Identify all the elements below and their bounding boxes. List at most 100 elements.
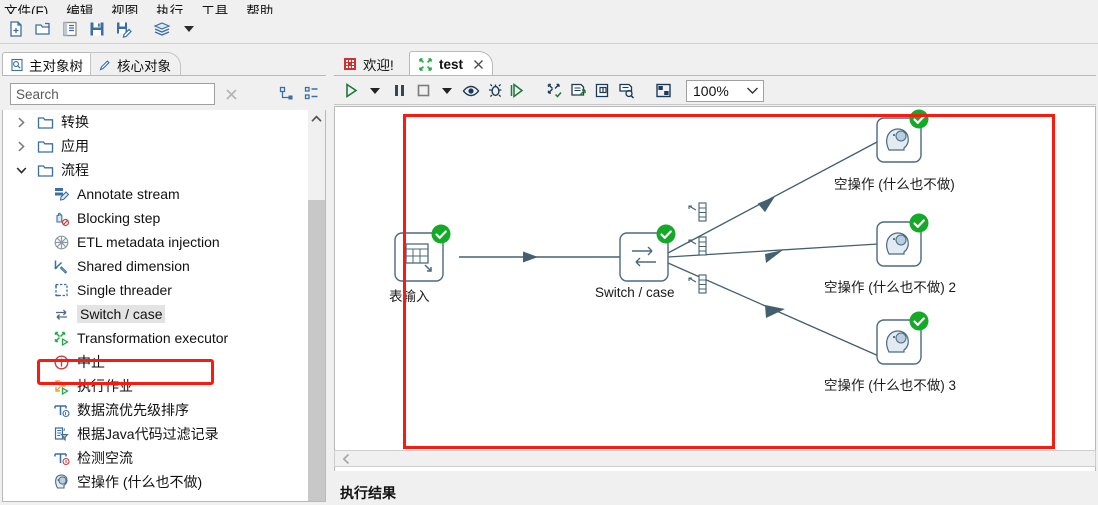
tree-item-java-filter-icon[interactable]: 根据Java代码过滤记录 [3,422,308,446]
tree-item-label: Annotate stream [77,186,180,202]
tree-item-label: 应用 [61,138,89,154]
tree-item-switch-case-icon[interactable]: Switch / case [3,302,308,326]
save-as-icon[interactable] [112,17,136,41]
scroll-up-button[interactable] [308,110,325,128]
menu-tools[interactable]: 工具 [201,5,228,14]
object-tree[interactable]: 转换应用流程 Annotate stream Blocking step ETL me… [2,110,326,502]
tree-item-label: ETL metadata injection [77,234,220,250]
tab-label: 核心对象 [117,58,171,74]
save-icon[interactable] [85,17,109,41]
folder-icon [35,136,55,156]
tree-item-folder-icon[interactable]: 流程 [3,158,308,182]
open-folder-icon[interactable] [31,17,55,41]
tree-item-blocking-step-icon[interactable]: Blocking step [3,206,308,230]
menu-view[interactable]: 视图 [111,5,138,14]
tab-main-object-tree[interactable]: 主对象树 [2,52,93,76]
tab-label: test [439,56,464,72]
chevron-down-icon[interactable] [746,86,759,95]
run-icon[interactable] [340,80,362,102]
chevron-down-icon[interactable] [177,17,201,41]
zoom-value: 100% [693,82,729,99]
left-tab-strip: 主对象树 核心对象 [2,52,328,76]
zoom-combo[interactable]: 100% [686,79,764,102]
tree-item-job-executor-icon[interactable]: 执行作业 [3,374,308,398]
preview-icon[interactable] [460,80,482,102]
tree-item-label: 检测空流 [77,450,133,466]
debug-icon[interactable] [484,80,506,102]
tab-core-objects[interactable]: 核心对象 [90,52,181,76]
tree-item-dummy-step-icon[interactable]: 空操作 (什么也不做) [3,470,308,494]
java-filter-icon [51,424,71,444]
tab-test[interactable]: test [409,51,494,76]
menu-file[interactable]: 文件(F) [4,5,48,14]
chevron-left-icon[interactable] [341,453,352,465]
blocking-step-icon [51,208,71,228]
tree-item-label: Shared dimension [77,258,190,274]
tree-item-annotate-stream-icon[interactable]: Annotate stream [3,182,308,206]
tree-item-folder-icon[interactable]: 转换 [3,110,308,134]
tree-item-label: 流程 [61,162,89,178]
tree-item-label: Single threader [77,282,172,298]
right-panel: 欢迎! test 100% 表输入 Switch / case 空操作 (什么也… [332,46,1098,505]
new-file-icon[interactable] [4,17,28,41]
scrollbar-thumb[interactable] [308,200,325,501]
tree-item-label: 转换 [61,114,89,130]
etl-metadata-injection-icon [51,232,71,252]
transformation-canvas[interactable]: 表输入 Switch / case 空操作 (什么也不做) 空操作 (什么也不做… [334,106,1096,505]
search-placeholder: Search [16,86,59,102]
canvas-horizontal-scrollbar[interactable] [334,450,1096,467]
main-toolbar [0,14,1098,44]
show-grid-icon[interactable] [652,80,674,102]
execution-results-title: 执行结果 [340,485,396,501]
canvas-highlight [403,114,1055,449]
tree-item-label: Transformation executor [77,330,229,346]
abort-icon [51,352,71,372]
tab-label: 欢迎! [363,57,394,73]
tree-item-label: Switch / case [77,305,166,323]
welcome-icon [343,57,357,71]
tree-item-prioritize-streams-icon[interactable]: 数据流优先级排序 [3,398,308,422]
menu-edit[interactable]: 编辑 [66,5,93,14]
left-panel: 主对象树 核心对象 Search 转换 应用 流程 Annotate strea… [0,46,330,505]
explore-repository-icon[interactable] [58,17,82,41]
verify-transformation-icon[interactable] [544,80,566,102]
canvas-toolbar: 100% [334,77,1096,105]
tab-welcome[interactable]: 欢迎! [334,51,403,76]
pause-icon[interactable] [388,80,410,102]
chevron-right-icon[interactable] [13,117,29,128]
chevron-down-icon[interactable] [13,166,29,175]
stop-dropdown-icon[interactable] [436,80,458,102]
tree-item-folder-icon[interactable]: 应用 [3,134,308,158]
menu-help[interactable]: 帮助 [246,5,273,14]
tree-item-transformation-executor-icon[interactable]: Transformation executor [3,326,308,350]
detect-empty-stream-icon [51,448,71,468]
tree-item-label: Blocking step [77,210,161,226]
chevron-right-icon[interactable] [13,141,29,152]
perspective-layers-icon[interactable] [150,17,174,41]
generate-sql-icon[interactable] [592,80,614,102]
search-input[interactable]: Search [10,83,215,105]
close-icon[interactable] [473,59,484,70]
left-tab-underline [2,75,326,76]
dummy-step-icon [51,472,71,492]
folder-icon [35,160,55,180]
run-dropdown-icon[interactable] [364,80,386,102]
tree-item-single-threader-icon[interactable]: Single threader [3,278,308,302]
tree-item-abort-icon[interactable]: 中止 [3,350,308,374]
database-explorer-icon[interactable] [616,80,638,102]
expand-all-icon[interactable] [303,84,322,104]
tree-item-shared-dimension-icon[interactable]: Shared dimension [3,254,308,278]
stop-icon[interactable] [412,80,434,102]
close-icon[interactable] [221,83,242,105]
tree-item-etl-metadata-injection-icon[interactable]: ETL metadata injection [3,230,308,254]
pentaho-spoon-window: 文件(F) 编辑 视图 执行 工具 帮助 主对象树 核心对象 Search 转换… [0,0,1098,505]
impact-analysis-icon[interactable] [568,80,590,102]
document-tree-icon [10,58,24,72]
tree-vertical-scrollbar[interactable] [308,110,325,501]
collapse-all-icon[interactable] [277,84,296,104]
replay-icon[interactable] [508,80,530,102]
shared-dimension-icon [51,256,71,276]
prioritize-streams-icon [51,400,71,420]
tree-item-detect-empty-stream-icon[interactable]: 检测空流 [3,446,308,470]
menu-run[interactable]: 执行 [156,5,183,14]
